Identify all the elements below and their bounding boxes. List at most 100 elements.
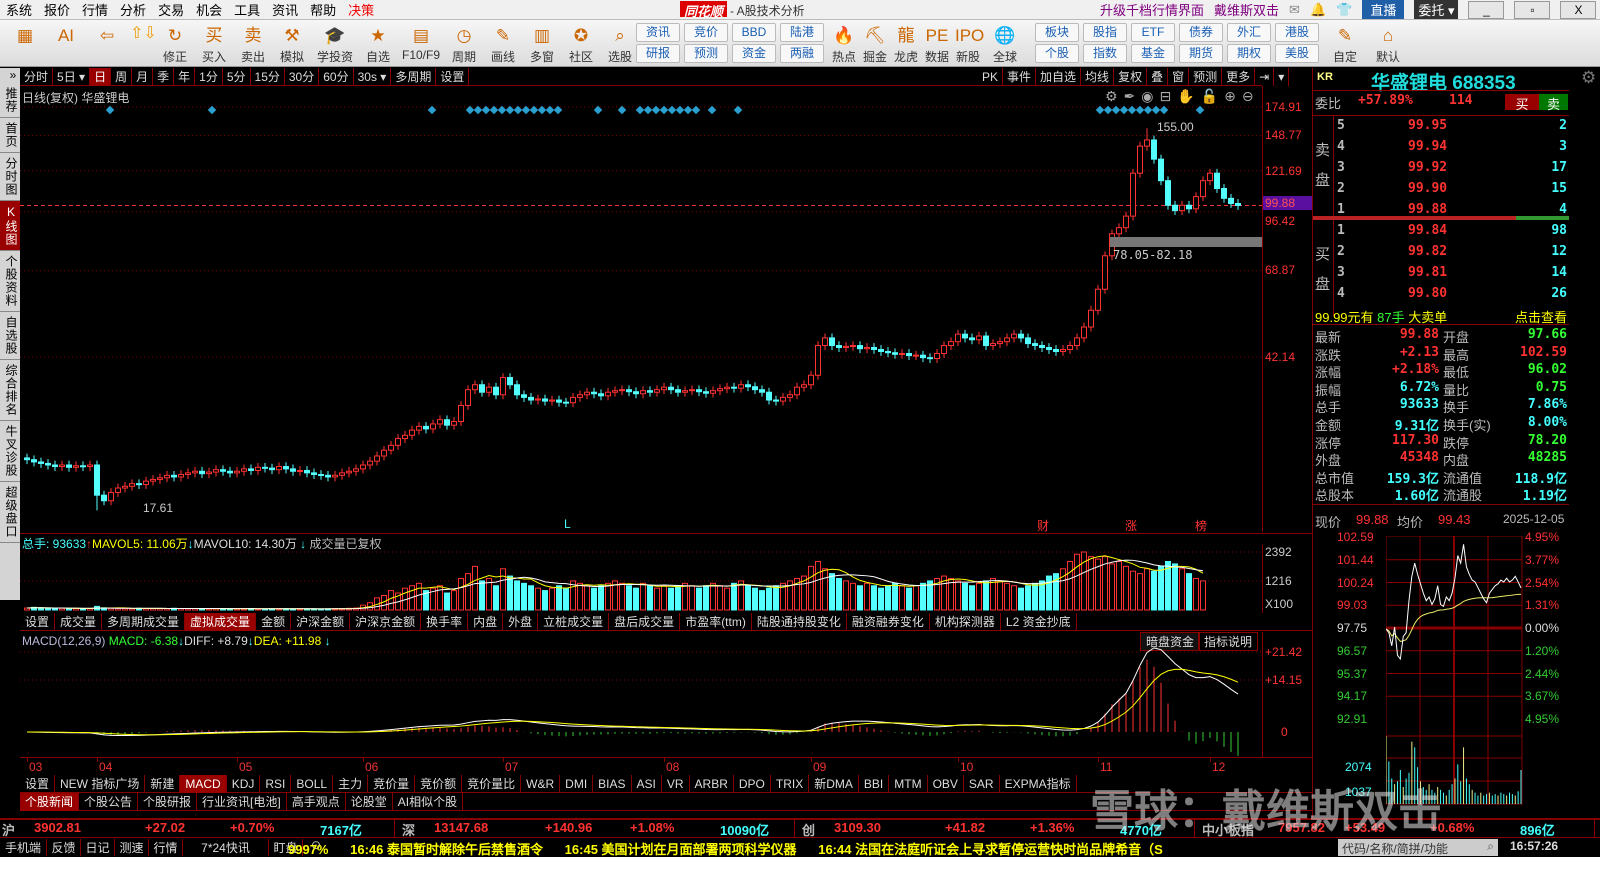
dragon-tiger-button[interactable]: 龍龙虎 bbox=[892, 23, 920, 65]
tab[interactable]: 机构探测器 bbox=[930, 613, 1001, 631]
quick-button[interactable]: 资金 bbox=[732, 44, 776, 63]
bottom-link[interactable]: 手机端 bbox=[0, 839, 47, 856]
intraday-chart[interactable] bbox=[1386, 536, 1523, 806]
chart-tool-button[interactable]: 事件 bbox=[1003, 68, 1037, 86]
period-tab[interactable]: 分时 bbox=[20, 68, 54, 86]
dig-button[interactable]: ⛏ 掘金 bbox=[861, 23, 889, 65]
sell-button[interactable]: 卖卖出 bbox=[235, 23, 271, 65]
order-book-row[interactable]: 3 99.92 17 bbox=[1313, 160, 1569, 179]
tab[interactable]: 新DMA bbox=[809, 775, 859, 793]
bottom-link[interactable]: 测速 bbox=[115, 839, 149, 856]
chart-tool-button[interactable]: 预测 bbox=[1189, 68, 1223, 86]
user-name[interactable]: 戴维斯双击 bbox=[1214, 0, 1279, 19]
left-nav-item[interactable]: 综合排名 bbox=[0, 360, 20, 421]
order-book-row[interactable]: 5 99.95 2 bbox=[1313, 118, 1569, 137]
chart-tool-button[interactable]: ▾ bbox=[1274, 68, 1290, 86]
skin-icon[interactable]: 👕 bbox=[1336, 2, 1352, 18]
tab[interactable]: TRIX bbox=[771, 775, 810, 793]
tab[interactable]: 换手率 bbox=[421, 613, 469, 631]
menu-item[interactable]: 交易 bbox=[152, 0, 190, 19]
tab[interactable]: AI相似个股 bbox=[393, 793, 464, 811]
tab[interactable]: EXPMA指标 bbox=[1000, 775, 1077, 793]
menu-item[interactable]: 决策 bbox=[342, 0, 380, 19]
tab[interactable]: 沪深金额 bbox=[291, 613, 351, 631]
tab[interactable]: BBI bbox=[859, 775, 890, 793]
event-marker[interactable]: L bbox=[564, 517, 571, 531]
quick-button[interactable]: 竞价 bbox=[684, 23, 728, 42]
tab[interactable]: 竞价量比 bbox=[462, 775, 522, 793]
upgrade-link[interactable]: 升级千档行情界面 bbox=[1100, 0, 1204, 19]
up-down-buttons[interactable]: ⇧⇩ bbox=[129, 23, 157, 65]
tab[interactable]: OBV bbox=[928, 775, 964, 793]
tab[interactable]: 金额 bbox=[256, 613, 292, 631]
tab[interactable]: 设置 bbox=[20, 613, 56, 631]
period-tab[interactable]: 多周期 bbox=[391, 68, 437, 86]
order-book-row[interactable]: 4 99.80 26 bbox=[1313, 286, 1569, 305]
period-tab[interactable]: 30分 bbox=[285, 68, 320, 86]
period-tab[interactable]: 60分 bbox=[319, 68, 354, 86]
tab[interactable]: 融资融券变化 bbox=[847, 613, 930, 631]
period-tab[interactable]: 季 bbox=[153, 68, 175, 86]
period-tab[interactable]: 15分 bbox=[251, 68, 285, 86]
index-item[interactable]: 中小板指 7957.82 +53.49 +0.68% 896亿 bbox=[1200, 820, 1595, 838]
left-nav-item[interactable]: K线图 bbox=[0, 201, 20, 251]
order-book-row[interactable]: 2 99.82 12 bbox=[1313, 244, 1569, 263]
quick-button[interactable]: 期权 bbox=[1227, 44, 1271, 63]
ai-assistant-button[interactable]: AI bbox=[47, 23, 85, 65]
quick-button[interactable]: 期货 bbox=[1179, 44, 1223, 63]
event-marker[interactable]: 涨 bbox=[1125, 517, 1137, 534]
bottom-link[interactable]: 行情 bbox=[149, 839, 183, 856]
news-ticker[interactable]: 9997% 16:46 泰国暂时解除午后禁售酒令 16:45 美国计划在月面部署… bbox=[288, 839, 1336, 858]
community-button[interactable]: ✪ 社区 bbox=[563, 23, 599, 65]
index-item[interactable]: 创 3109.30 +41.82 +1.36% 4770亿 bbox=[800, 820, 1195, 838]
quick-button[interactable]: 个股 bbox=[1035, 44, 1079, 63]
tab[interactable]: L2 资金抄底 bbox=[1001, 613, 1077, 631]
chart-tool-button[interactable]: PK bbox=[978, 68, 1004, 86]
period-tab[interactable]: 设置 bbox=[436, 68, 470, 86]
search-box[interactable]: 代码/名称/简拼/功能 ⌕ bbox=[1338, 839, 1498, 856]
tab[interactable]: 盘后成交量 bbox=[609, 613, 681, 631]
tab[interactable]: BIAS bbox=[593, 775, 632, 793]
global-button[interactable]: 🌐 全球 bbox=[985, 23, 1025, 65]
simulate-button[interactable]: ⚒ 模拟 bbox=[274, 23, 310, 65]
app-grid-button[interactable]: ▦ bbox=[6, 23, 44, 65]
event-marker[interactable]: 财 bbox=[1037, 517, 1049, 534]
volume-chart[interactable] bbox=[20, 548, 1262, 612]
hot-button[interactable]: 🔥 热点 bbox=[830, 23, 858, 65]
left-nav-item[interactable]: 推荐 bbox=[0, 83, 20, 118]
tab[interactable]: 设置 bbox=[20, 775, 56, 793]
quick-button[interactable]: 研报 bbox=[636, 44, 680, 63]
period-tab[interactable]: 5日 ▾ bbox=[53, 68, 91, 86]
multiwindow-button[interactable]: ▥ 多窗 bbox=[524, 23, 560, 65]
tab[interactable]: 行业资讯[电池] bbox=[197, 793, 287, 811]
tab[interactable]: ASI bbox=[632, 775, 662, 793]
tab[interactable]: KDJ bbox=[227, 775, 261, 793]
quick-button[interactable]: 美股 bbox=[1275, 44, 1319, 63]
gear-icon[interactable]: ⚙ bbox=[1581, 68, 1596, 88]
index-item[interactable]: 沪 3902.81 +27.02 +0.70% 7167亿 bbox=[0, 820, 395, 838]
sell-button[interactable]: 卖 bbox=[1539, 94, 1568, 113]
bottom-link[interactable]: 反馈 bbox=[47, 839, 81, 856]
chart-tool-button[interactable]: 窗 bbox=[1168, 68, 1190, 86]
bottom-link[interactable]: 7*24快讯 bbox=[183, 839, 269, 856]
tab[interactable]: VR bbox=[662, 775, 690, 793]
default-button[interactable]: ⌂ 默认 bbox=[1368, 23, 1408, 65]
menu-item[interactable]: 帮助 bbox=[304, 0, 342, 19]
f10-button[interactable]: ▤ F10/F9 bbox=[399, 23, 443, 65]
buy-button[interactable]: 买买入 bbox=[196, 23, 232, 65]
macd-chart[interactable] bbox=[20, 640, 1262, 758]
tab[interactable]: ARBR bbox=[690, 775, 734, 793]
tab[interactable]: SAR bbox=[964, 775, 1000, 793]
period-tab[interactable]: 5分 bbox=[223, 68, 251, 86]
close-button[interactable]: X bbox=[1560, 0, 1597, 19]
quick-button[interactable]: 指数 bbox=[1083, 44, 1127, 63]
mail-icon[interactable]: ✉ bbox=[1289, 2, 1300, 18]
tab[interactable]: 陆股通持股变化 bbox=[752, 613, 847, 631]
menu-item[interactable]: 报价 bbox=[38, 0, 76, 19]
bottom-link[interactable]: 日记 bbox=[81, 839, 115, 856]
tab[interactable]: 个股公告 bbox=[79, 793, 139, 811]
tab[interactable]: 多周期成交量 bbox=[102, 613, 186, 631]
tab[interactable]: 竞价量 bbox=[368, 775, 416, 793]
chart-tool-button[interactable]: 均线 bbox=[1081, 68, 1115, 86]
tab[interactable]: DPO bbox=[734, 775, 771, 793]
